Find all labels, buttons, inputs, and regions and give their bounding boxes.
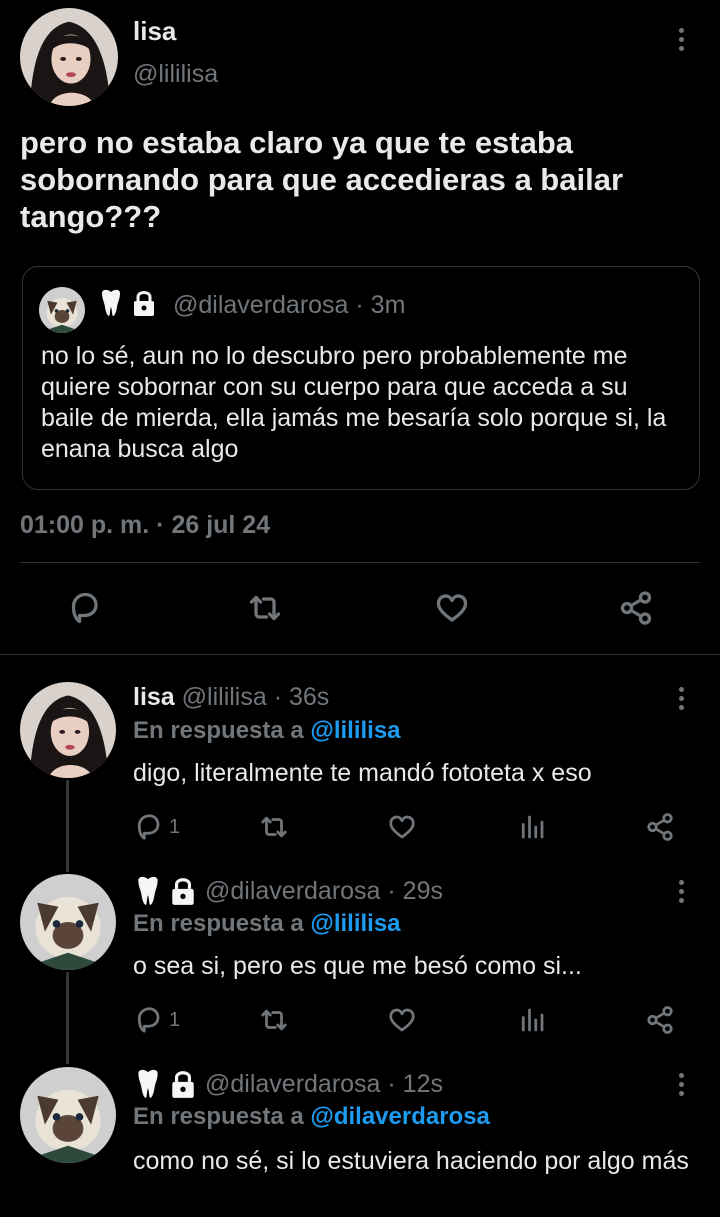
lock-emoji (131, 289, 157, 322)
reply-text: o sea si, pero es que me besó como si... (133, 952, 582, 980)
share-button[interactable] (645, 1005, 675, 1035)
tooth-emoji (135, 1069, 161, 1104)
reply-to-link[interactable]: @lililisa (310, 910, 400, 937)
tooth-emoji (135, 876, 161, 911)
reply-button[interactable]: 1 (133, 1005, 180, 1035)
reply-button[interactable]: 1 (133, 812, 180, 842)
avatar[interactable] (20, 8, 118, 106)
analytics-icon (521, 1008, 544, 1032)
reply-prefix: En respuesta a (133, 717, 304, 744)
tweet-timestamp[interactable]: 01:00 p. m. · 26 jul 24 (20, 511, 270, 540)
retweet-button[interactable] (258, 812, 290, 842)
reply-handle-time[interactable]: @dilaverdarosa · 12s (205, 1070, 443, 1099)
quoted-tweet[interactable]: @dilaverdarosa · 3m no lo sé, aun no lo … (22, 266, 700, 490)
reply-to-link[interactable]: @dilaverdarosa (310, 1103, 489, 1130)
like-icon (389, 1008, 415, 1032)
share-button[interactable] (645, 812, 675, 842)
more-options-icon[interactable] (677, 687, 685, 715)
reply-text: digo, literalmente te mandó fototeta x e… (133, 759, 592, 787)
thread-line (66, 972, 69, 1064)
reply-icon (137, 814, 160, 840)
reply-prefix: En respuesta a (133, 910, 304, 937)
avatar[interactable] (20, 1067, 116, 1163)
share-icon (647, 813, 673, 841)
lock-emoji (169, 876, 197, 911)
more-options-icon[interactable] (677, 1073, 685, 1101)
like-button[interactable] (434, 590, 470, 626)
divider (20, 562, 700, 563)
quoted-text: no lo sé, aun no lo descubro pero probab… (41, 342, 667, 463)
reply-handle-time[interactable]: @dilaverdarosa · 29s (205, 877, 443, 906)
reply-prefix: En respuesta a (133, 1103, 304, 1130)
reply-icon (71, 592, 98, 624)
reply-handle-time[interactable]: @lililisa · 36s (182, 683, 330, 711)
retweet-button[interactable] (246, 590, 284, 626)
avatar[interactable] (20, 682, 116, 778)
reply-count: 1 (169, 815, 181, 838)
analytics-button[interactable] (517, 1005, 547, 1035)
share-icon (620, 591, 652, 625)
thread-line (66, 780, 69, 872)
share-icon (647, 1006, 673, 1034)
reply-count: 1 (169, 1008, 181, 1031)
reply-button[interactable] (66, 590, 102, 626)
tweet-text: pero no estaba claro ya que te estaba so… (20, 125, 624, 234)
like-button[interactable] (387, 812, 417, 842)
retweet-button[interactable] (258, 1005, 290, 1035)
username[interactable]: @lililisa (133, 60, 218, 89)
reply-display-name[interactable]: lisa (133, 683, 175, 711)
like-icon (436, 594, 468, 622)
reply-to-link[interactable]: @lililisa (310, 717, 400, 744)
retweet-icon (249, 595, 281, 621)
tooth-emoji (99, 289, 123, 322)
retweet-icon (261, 1009, 287, 1031)
analytics-button[interactable] (517, 812, 547, 842)
quoted-handle-time[interactable]: @dilaverdarosa · 3m (173, 291, 405, 320)
reply-icon (137, 1007, 160, 1033)
display-name[interactable]: lisa (133, 16, 176, 47)
more-options-icon[interactable] (677, 880, 685, 908)
retweet-icon (261, 816, 287, 838)
quoted-avatar (39, 287, 85, 333)
avatar[interactable] (20, 874, 116, 970)
lock-emoji (169, 1069, 197, 1104)
more-options-icon[interactable] (677, 28, 685, 56)
reply-text: como no sé, si lo estuviera haciendo por… (133, 1147, 689, 1175)
share-button[interactable] (618, 590, 654, 626)
analytics-icon (521, 815, 544, 839)
like-icon (389, 815, 415, 839)
divider (0, 654, 720, 655)
like-button[interactable] (387, 1005, 417, 1035)
